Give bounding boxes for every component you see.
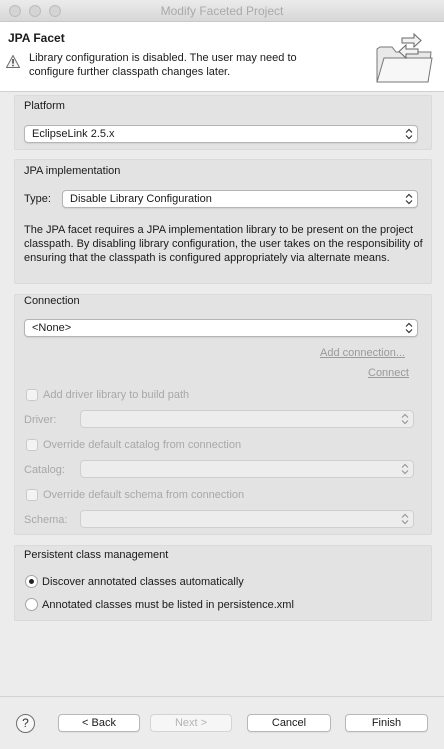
schema-select[interactable] — [80, 510, 414, 528]
updown-arrows-icon — [405, 193, 413, 205]
dialog-header: JPA Facet Library configuration is disab… — [0, 22, 444, 92]
driver-label: Driver: — [24, 414, 57, 426]
discover-classes-label: Discover annotated classes automatically — [42, 576, 244, 588]
discover-classes-radio[interactable] — [25, 575, 38, 588]
add-driver-library-label: Add driver library to build path — [43, 389, 190, 401]
driver-select[interactable] — [80, 410, 414, 428]
schema-label: Schema: — [24, 514, 68, 526]
updown-arrows-icon — [401, 463, 409, 475]
help-button[interactable]: ? — [16, 714, 35, 733]
updown-arrows-icon — [401, 513, 409, 525]
list-classes-radio[interactable] — [25, 598, 38, 611]
override-catalog-label: Override default catalog from connection — [43, 439, 242, 451]
platform-select-value: EclipseLink 2.5.x — [32, 128, 115, 140]
connection-select[interactable]: <None> — [24, 319, 418, 337]
add-driver-library-checkbox[interactable] — [26, 389, 38, 401]
connection-select-value: <None> — [32, 322, 72, 334]
page-title: JPA Facet — [8, 31, 65, 45]
persistent-class-label: Persistent class management — [24, 549, 169, 561]
type-label: Type: — [24, 193, 51, 205]
connect-link[interactable]: Connect — [368, 367, 409, 379]
override-catalog-checkbox[interactable] — [26, 439, 38, 451]
platform-select[interactable]: EclipseLink 2.5.x — [24, 125, 418, 143]
warning-icon — [6, 55, 20, 68]
catalog-select[interactable] — [80, 460, 414, 478]
override-schema-label: Override default schema from connection — [43, 489, 245, 501]
next-button[interactable]: Next > — [150, 714, 232, 732]
jpa-type-select-value: Disable Library Configuration — [70, 193, 212, 205]
footer-divider — [0, 696, 444, 697]
warning-message: Library configuration is disabled. The u… — [29, 52, 297, 78]
finish-button[interactable]: Finish — [345, 714, 428, 732]
back-button[interactable]: < Back — [58, 714, 140, 732]
connection-label: Connection — [24, 295, 80, 307]
window-title: Modify Faceted Project — [160, 4, 284, 18]
jpa-implementation-label: JPA implementation — [24, 165, 121, 177]
jpa-type-select[interactable]: Disable Library Configuration — [62, 190, 418, 208]
cancel-button[interactable]: Cancel — [247, 714, 331, 732]
folder-arrows-icon — [376, 33, 433, 83]
updown-arrows-icon — [405, 128, 413, 140]
list-classes-label: Annotated classes must be listed in pers… — [42, 599, 294, 611]
catalog-label: Catalog: — [24, 464, 65, 476]
modify-faceted-project-dialog: Modify Faceted Project JPA Facet Library… — [0, 0, 444, 749]
override-schema-checkbox[interactable] — [26, 489, 38, 501]
jpa-implementation-panel — [14, 159, 432, 284]
platform-label: Platform — [24, 100, 65, 112]
updown-arrows-icon — [401, 413, 409, 425]
add-connection-link[interactable]: Add connection... — [320, 347, 405, 359]
jpa-implementation-description: The JPA facet requires a JPA implementat… — [24, 224, 423, 264]
updown-arrows-icon — [405, 322, 413, 334]
title-bar: Modify Faceted Project — [0, 0, 444, 22]
